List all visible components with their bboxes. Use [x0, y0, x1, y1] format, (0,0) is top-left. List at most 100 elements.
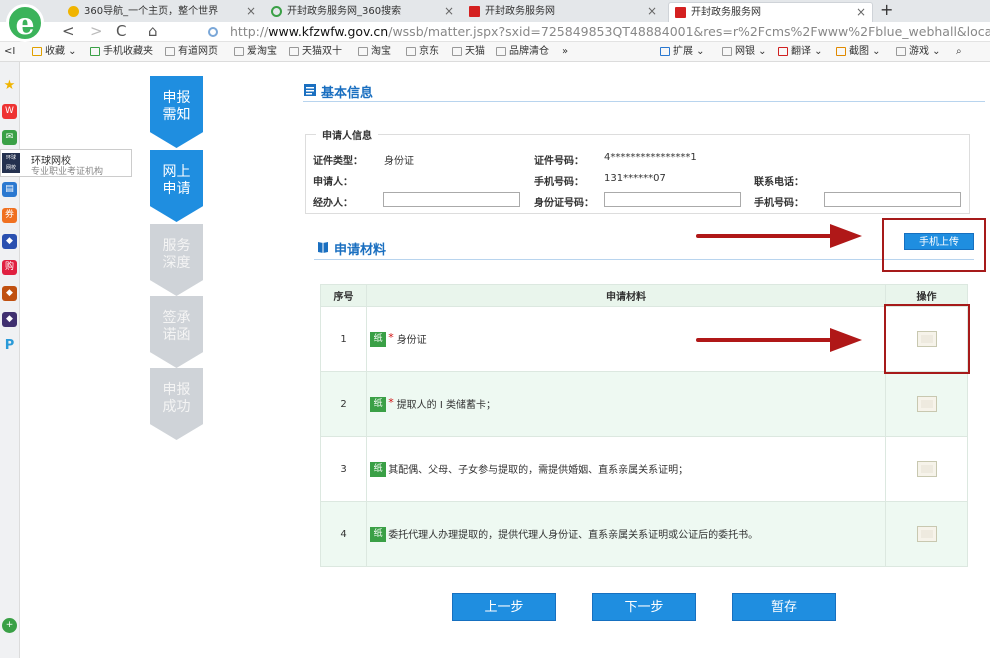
bookmark-youdao[interactable]: 有道网页: [165, 42, 218, 61]
bookmarks-bar: <I 收藏 ⌄ 手机收藏夹 有道网页 爱淘宝 天猫双十 淘宝 京东 天猫 品牌清…: [0, 42, 990, 62]
bookmark-jd[interactable]: 京东: [406, 42, 439, 61]
row-name-cell: 纸 * 提取人的 I 类储蓄卡；: [366, 371, 886, 437]
browser-tab-4[interactable]: 开封政务服务网 ×: [668, 2, 873, 22]
bookmark-taobao[interactable]: 淘宝: [358, 42, 391, 61]
bookmark-more[interactable]: »: [562, 42, 568, 61]
news-icon[interactable]: ▤: [2, 182, 17, 197]
tab-bar: 360导航_一个主页，整个世界 × 开封政务服务网_360搜索 × 开封政务服务…: [0, 0, 990, 22]
search-icon[interactable]: ⌕: [956, 42, 962, 61]
bookmark-label: 品牌清仓: [509, 46, 549, 57]
upload-file-icon[interactable]: [916, 526, 937, 542]
annotation-arrow: [696, 338, 836, 342]
browser-tab-2[interactable]: 开封政务服务网_360搜索 ×: [265, 2, 460, 22]
forward-button[interactable]: >: [90, 22, 103, 40]
agent-mobile-input[interactable]: [824, 192, 961, 207]
row-name-cell: 纸委托代理人办理提取的，提供代理人身份证、直系亲属关系证明或公证后的委托书。: [366, 501, 886, 567]
bookmark-tmall-11[interactable]: 天猫双十: [289, 42, 342, 61]
browser-tab-1[interactable]: 360导航_一个主页，整个世界 ×: [62, 2, 262, 22]
game-icon[interactable]: ◆: [2, 286, 17, 301]
col-no-header: 序号: [320, 284, 367, 307]
step-label-line2: 需知: [162, 107, 191, 123]
agent-mobile-label: 手机号码：: [754, 198, 804, 209]
close-icon[interactable]: ×: [444, 2, 454, 21]
tab-label: 开封政务服务网: [485, 6, 555, 17]
bookmark-brand-sale[interactable]: 品牌清仓: [496, 42, 549, 61]
close-icon[interactable]: ×: [647, 2, 657, 21]
scissors-icon: [836, 47, 846, 56]
weibo-icon[interactable]: W: [2, 104, 17, 119]
annotation-arrow: [696, 234, 836, 238]
step-label-line1: 服务: [162, 238, 191, 254]
mail-icon[interactable]: ✉: [2, 130, 17, 145]
step-label-line2: 成功: [162, 399, 191, 415]
online-banking-menu[interactable]: 网银 ⌄: [722, 42, 767, 61]
star-icon[interactable]: ★: [2, 78, 17, 93]
app-icon[interactable]: 购: [2, 260, 17, 275]
refresh-button[interactable]: C: [116, 22, 126, 40]
url-host: www.kfzwfw.gov.cn: [268, 24, 389, 39]
sidebar-toggle-icon[interactable]: <I: [4, 42, 15, 61]
bookmark-label: 天猫: [465, 46, 485, 57]
table-row: 2 纸 * 提取人的 I 类储蓄卡；: [320, 371, 968, 437]
step-online-apply[interactable]: 网上 申请: [150, 150, 203, 222]
upload-file-icon[interactable]: [916, 396, 937, 412]
new-tab-button[interactable]: +: [880, 0, 893, 19]
prev-step-button[interactable]: 上一步: [452, 593, 556, 621]
close-icon[interactable]: ×: [246, 2, 256, 21]
navigation-bar: < > C ⌂ http://www.kfzwfw.gov.cn/wssb/ma…: [0, 22, 990, 42]
bookmark-label: 淘宝: [371, 46, 391, 57]
search-icon: [271, 6, 282, 17]
id-number-value: 4****************1: [604, 152, 697, 163]
game-icon[interactable]: ◆: [2, 312, 17, 327]
back-button[interactable]: <: [62, 22, 75, 40]
bookmark-label: 截图: [849, 46, 869, 57]
shopping-icon[interactable]: 券: [2, 208, 17, 223]
browser-tab-3[interactable]: 开封政务服务网 ×: [463, 2, 663, 22]
side-tooltip[interactable]: 环球 网校 环球网校 专业职业考证机构: [0, 149, 132, 177]
next-step-button[interactable]: 下一步: [592, 593, 696, 621]
section-title-text: 基本信息: [321, 86, 374, 101]
extensions-menu[interactable]: 扩展 ⌄: [660, 42, 705, 61]
home-button[interactable]: ⌂: [148, 22, 158, 40]
agent-id-input[interactable]: [604, 192, 741, 207]
bookmark-aitaobao[interactable]: 爱淘宝: [234, 42, 277, 61]
save-draft-button[interactable]: 暂存: [732, 593, 836, 621]
screenshot-menu[interactable]: 截图 ⌄: [836, 42, 881, 61]
address-bar[interactable]: http://www.kfzwfw.gov.cn/wssb/matter.jsp…: [200, 23, 990, 41]
material-name: 身份证: [396, 334, 427, 346]
translate-menu[interactable]: 翻译 ⌄: [778, 42, 823, 61]
game-icon[interactable]: ◆: [2, 234, 17, 249]
divider: [314, 259, 974, 260]
paper-tag: 纸: [370, 527, 387, 543]
school-logo-icon: 环球 网校: [2, 153, 20, 173]
step-notice[interactable]: 申报 需知: [150, 76, 203, 148]
document-icon: [304, 84, 316, 96]
upload-file-icon[interactable]: [916, 461, 937, 477]
row-no: 4: [320, 501, 367, 567]
required-mark: *: [388, 330, 394, 344]
row-no: 2: [320, 371, 367, 437]
bookmark-favorites[interactable]: 收藏 ⌄: [32, 42, 77, 61]
browser-logo-icon[interactable]: e: [6, 4, 44, 42]
tab-label: 360导航_一个主页，整个世界: [84, 6, 219, 17]
step-success[interactable]: 申报 成功: [150, 368, 203, 440]
close-icon[interactable]: ×: [856, 3, 866, 22]
row-name-cell: 纸其配偶、父母、子女参与提取的，需提供婚姻、直系亲属关系证明；: [366, 436, 886, 502]
col-name-header: 申请材料: [366, 284, 886, 307]
pay-icon[interactable]: P: [2, 338, 17, 353]
add-icon[interactable]: +: [2, 618, 17, 633]
mobile-label: 手机号码：: [534, 177, 584, 188]
bookmark-label: 翻译: [791, 46, 811, 57]
games-menu[interactable]: 游戏 ⌄: [896, 42, 941, 61]
translate-icon: [778, 47, 788, 56]
step-service-depth[interactable]: 服务 深度: [150, 224, 203, 296]
bookmark-label: 网银: [735, 46, 755, 57]
row-no: 3: [320, 436, 367, 502]
material-name: 提取人的 I 类储蓄卡；: [396, 399, 496, 411]
step-label-line1: 申报: [162, 382, 191, 398]
step-commitment[interactable]: 签承 诺函: [150, 296, 203, 368]
bookmark-tmall[interactable]: 天猫: [452, 42, 485, 61]
bookmark-mobile[interactable]: 手机收藏夹: [90, 42, 153, 61]
id-type-value: 身份证: [384, 156, 414, 167]
agent-name-input[interactable]: [383, 192, 520, 207]
